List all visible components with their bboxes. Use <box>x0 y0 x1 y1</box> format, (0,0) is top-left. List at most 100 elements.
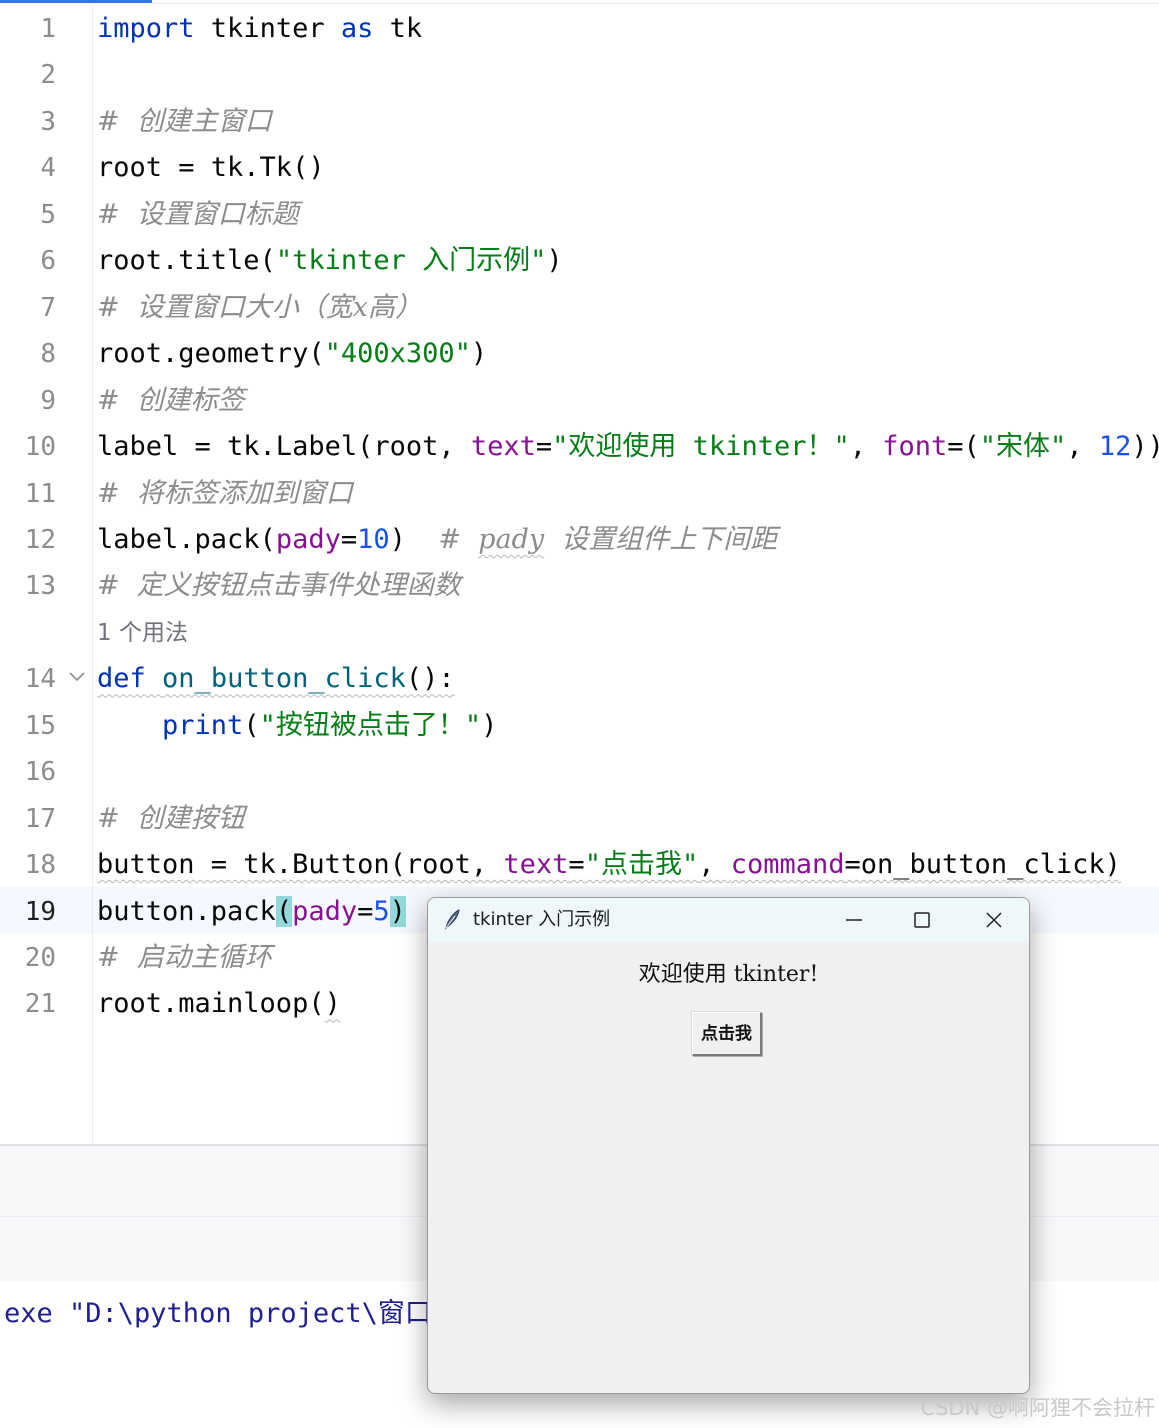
code-token: print <box>162 709 244 741</box>
code-line[interactable]: 9 # 创建标签 <box>0 378 1159 424</box>
tkinter-window[interactable]: tkinter 入门示例 欢迎使用 tkinter! 点击我 <box>427 897 1030 1394</box>
line-number[interactable]: 5 <box>0 192 56 238</box>
maximize-button[interactable] <box>888 898 956 942</box>
code-token: =( <box>947 431 980 463</box>
code-text: button.pack(pady=5) <box>97 889 406 935</box>
line-number[interactable]: 15 <box>0 703 56 749</box>
code-token: # 设置窗口标题 <box>97 198 299 230</box>
code-text: label.pack(pady=10) # pady 设置组件上下间距 <box>97 517 777 563</box>
tab-bar-border <box>152 3 1159 4</box>
code-line[interactable]: 3 # 创建主窗口 <box>0 99 1159 145</box>
line-number[interactable]: 18 <box>0 842 56 888</box>
line-number[interactable]: 11 <box>0 471 56 517</box>
close-button[interactable] <box>960 898 1028 942</box>
code-line[interactable]: 4 root = tk.Tk() <box>0 145 1159 191</box>
code-text: root.mainloop() <box>97 981 341 1027</box>
code-token: = <box>340 523 358 555</box>
line-number[interactable]: 8 <box>0 331 56 377</box>
code-token: =on_button_click) <box>844 849 1121 881</box>
minimize-button[interactable] <box>820 898 888 942</box>
line-number[interactable]: 6 <box>0 238 56 284</box>
code-token: , <box>1066 431 1099 463</box>
line-number[interactable]: 20 <box>0 935 56 981</box>
line-number[interactable]: 13 <box>0 563 56 609</box>
click-me-button[interactable]: 点击我 <box>692 1012 762 1056</box>
code-token: 10 <box>357 523 390 555</box>
code-token: label = tk.Label(root, <box>97 431 471 463</box>
code-text: def on_button_click(): <box>97 656 455 702</box>
tkinter-titlebar[interactable]: tkinter 入门示例 <box>428 898 1029 942</box>
code-line[interactable]: 6 root.title("tkinter 入门示例") <box>0 238 1159 284</box>
code-token: root = tk.Tk() <box>97 152 325 184</box>
code-line[interactable]: 13 # 定义按钮点击事件处理函数 <box>0 563 1159 609</box>
code-token: "宋体" <box>979 431 1067 463</box>
line-number[interactable]: 9 <box>0 378 56 424</box>
code-token: (): <box>405 663 455 695</box>
code-token: tk <box>373 13 423 44</box>
code-token: pady <box>292 895 358 927</box>
code-token: ) <box>389 895 406 927</box>
code-token: 12 <box>1098 431 1132 463</box>
code-line[interactable]: 5 # 设置窗口标题 <box>0 192 1159 238</box>
code-token: ) <box>546 245 563 277</box>
code-line[interactable]: 15 print("按钮被点击了！") <box>0 703 1159 749</box>
code-text: # 创建主窗口 <box>97 99 272 145</box>
code-line[interactable]: 14 def on_button_click(): <box>0 656 1159 702</box>
code-token: "点击我" <box>584 849 699 881</box>
code-text: # 启动主循环 <box>97 935 272 981</box>
code-line[interactable]: 1 import tkinter as tk <box>0 6 1159 52</box>
close-icon <box>986 912 1002 928</box>
code-token: text <box>503 849 569 881</box>
code-line[interactable]: 17 # 创建按钮 <box>0 796 1159 842</box>
code-line[interactable]: 8 root.geometry("400x300") <box>0 331 1159 377</box>
line-number[interactable]: 2 <box>0 52 56 98</box>
line-number[interactable]: 21 <box>0 981 56 1027</box>
code-line[interactable]: 1 个用法 <box>0 610 1159 656</box>
code-text: # 将标签添加到窗口 <box>97 471 353 517</box>
code-token: ( <box>275 895 293 927</box>
code-line[interactable]: 16 <box>0 749 1159 795</box>
code-token: button = tk.Button(root, <box>97 849 504 881</box>
fold-chevron-icon[interactable] <box>68 670 86 684</box>
code-token: "400x300" <box>324 338 471 370</box>
line-number[interactable]: 3 <box>0 99 56 145</box>
code-text: label = tk.Label(root, text="欢迎使用 tkinte… <box>97 424 1159 470</box>
code-token: , <box>698 849 731 881</box>
usages-hint[interactable]: 1 个用法 <box>97 610 188 656</box>
code-line[interactable]: 10 label = tk.Label(root, text="欢迎使用 tkin… <box>0 424 1159 470</box>
code-token: button.pack <box>97 895 276 927</box>
code-token: # 设置窗口大小（宽x高） <box>97 291 423 323</box>
code-token: "tkinter 入门示例" <box>275 245 547 277</box>
line-number[interactable]: 19 <box>0 889 56 935</box>
code-token: root.geometry( <box>97 338 325 370</box>
code-token: # 启动主循环 <box>97 942 272 973</box>
code-line[interactable]: 12 label.pack(pady=10) # pady 设置组件上下间距 <box>0 517 1159 563</box>
line-number[interactable]: 17 <box>0 796 56 842</box>
code-token: ) <box>470 338 488 370</box>
code-token: # 定义按钮点击事件处理函数 <box>97 570 461 602</box>
code-line[interactable]: 2 <box>0 52 1159 98</box>
code-line[interactable]: 7 # 设置窗口大小（宽x高） <box>0 285 1159 331</box>
code-text: root.geometry("400x300") <box>97 331 487 377</box>
code-line[interactable]: 11 # 将标签添加到窗口 <box>0 471 1159 517</box>
code-token: )) <box>1131 431 1159 463</box>
code-token: pady <box>275 523 341 555</box>
line-number[interactable]: 10 <box>0 424 56 470</box>
code-line[interactable]: 18 button = tk.Button(root, text="点击我", c… <box>0 842 1159 888</box>
code-text: # 创建标签 <box>97 378 245 424</box>
line-number[interactable]: 7 <box>0 285 56 331</box>
code-text: root.title("tkinter 入门示例") <box>97 238 563 284</box>
code-token: import <box>97 13 195 44</box>
line-number[interactable]: 1 <box>0 6 56 52</box>
line-number[interactable]: 14 <box>0 656 56 702</box>
code-text: root = tk.Tk() <box>97 145 325 191</box>
code-token: = <box>357 895 374 927</box>
code-token: ) <box>324 988 341 1020</box>
line-number[interactable]: 16 <box>0 749 56 795</box>
line-number[interactable]: 12 <box>0 517 56 563</box>
code-text: import tkinter as tk <box>97 6 422 52</box>
code-token: ( <box>243 709 260 741</box>
line-number[interactable]: 4 <box>0 145 56 191</box>
code-text: # 设置窗口标题 <box>97 192 299 238</box>
